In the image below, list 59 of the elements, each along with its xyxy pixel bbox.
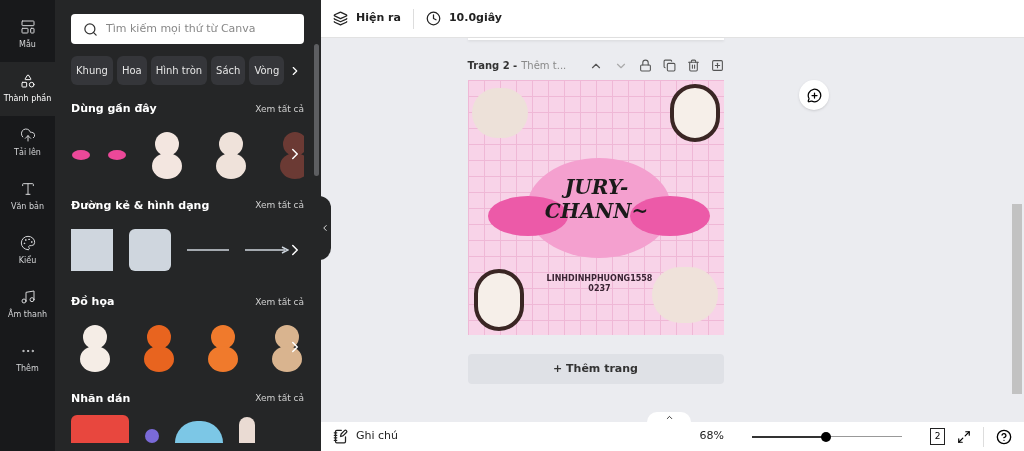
sidebar-tab[interactable]: Kiểu [0,224,55,278]
sidebar-tab[interactable]: Thêm [0,332,55,386]
filter-chip[interactable]: Sách [211,56,246,85]
trash-icon [686,59,700,72]
section-title: Nhãn dán [71,390,131,407]
line-shape[interactable] [187,248,229,252]
chevron-left-icon [320,223,330,233]
clock-icon [425,11,441,26]
text-icon [19,181,36,197]
section-title: Đường kẻ & hình dạng [71,197,210,214]
design-canvas[interactable]: JURY- CHANN~ LINHDINHPHUONG1558 0237 [467,80,724,335]
see-all-link[interactable]: Xem tất cả [255,199,304,213]
sidebar-tab[interactable]: Thành phần [0,62,55,116]
zoom-slider[interactable] [752,430,902,443]
fullscreen-icon [957,429,971,444]
comment-plus-icon [806,87,822,103]
vertical-scrollbar-thumb[interactable] [1012,204,1022,394]
sidebar-tab[interactable]: Âm thanh [0,278,55,332]
filter-chip[interactable]: Hình tròn [150,56,208,85]
shapes-icon [19,73,36,89]
page-count-button[interactable]: 2 [930,428,945,445]
add-comment-button[interactable] [799,80,829,110]
music-icon [19,289,36,305]
sidebar-tab[interactable]: Tải lên [0,116,55,170]
design-caption: 0237 [588,284,611,294]
sticker-thumbnail [145,429,159,443]
notes-button[interactable]: Ghi chú [333,428,399,445]
duplicate-icon [662,59,676,72]
see-all-link[interactable]: Xem tất cả [255,102,304,116]
design-title: CHANN~ [544,199,649,223]
zoom-slider-thumb[interactable] [820,431,831,442]
add-page-button[interactable]: + Thêm trang [467,354,724,384]
page-label: Trang 2 - [467,59,518,73]
search-input[interactable]: Tìm kiếm mọi thứ từ Canva [106,20,292,38]
sidebar-tab[interactable]: Văn bản [0,170,55,224]
add-page-icon [710,59,724,72]
see-all-link[interactable]: Xem tất cả [255,295,304,309]
filter-chip[interactable]: Khung [71,56,113,85]
see-all-link[interactable]: Xem tất cả [255,392,304,406]
search-icon [83,21,98,37]
section-title: Đồ họa [71,294,115,310]
lock-icon [638,59,652,72]
zoom-percentage: 68% [699,428,724,445]
help-icon [996,428,1012,445]
palette-icon [19,235,36,251]
animate-button[interactable]: Hiện ra [333,10,401,27]
scrollbar-thumb[interactable] [314,44,319,176]
arrow-shape[interactable] [245,246,289,254]
upload-icon [19,127,36,143]
duration-button[interactable]: 10.0giây [425,10,502,27]
collapse-panel-button[interactable] [319,196,331,260]
design-caption: LINHDINHPHUONG1558 [546,274,653,284]
search-field[interactable]: Tìm kiếm mọi thứ từ Canva [71,14,304,44]
filter-chip[interactable]: Vòng [249,56,285,85]
template-icon [19,19,36,35]
filter-chip[interactable]: Hoa [116,56,147,85]
section-title: Dùng gần đây [71,101,157,117]
sidebar-tab[interactable]: Mẫu [0,8,55,62]
notes-icon [333,429,348,444]
